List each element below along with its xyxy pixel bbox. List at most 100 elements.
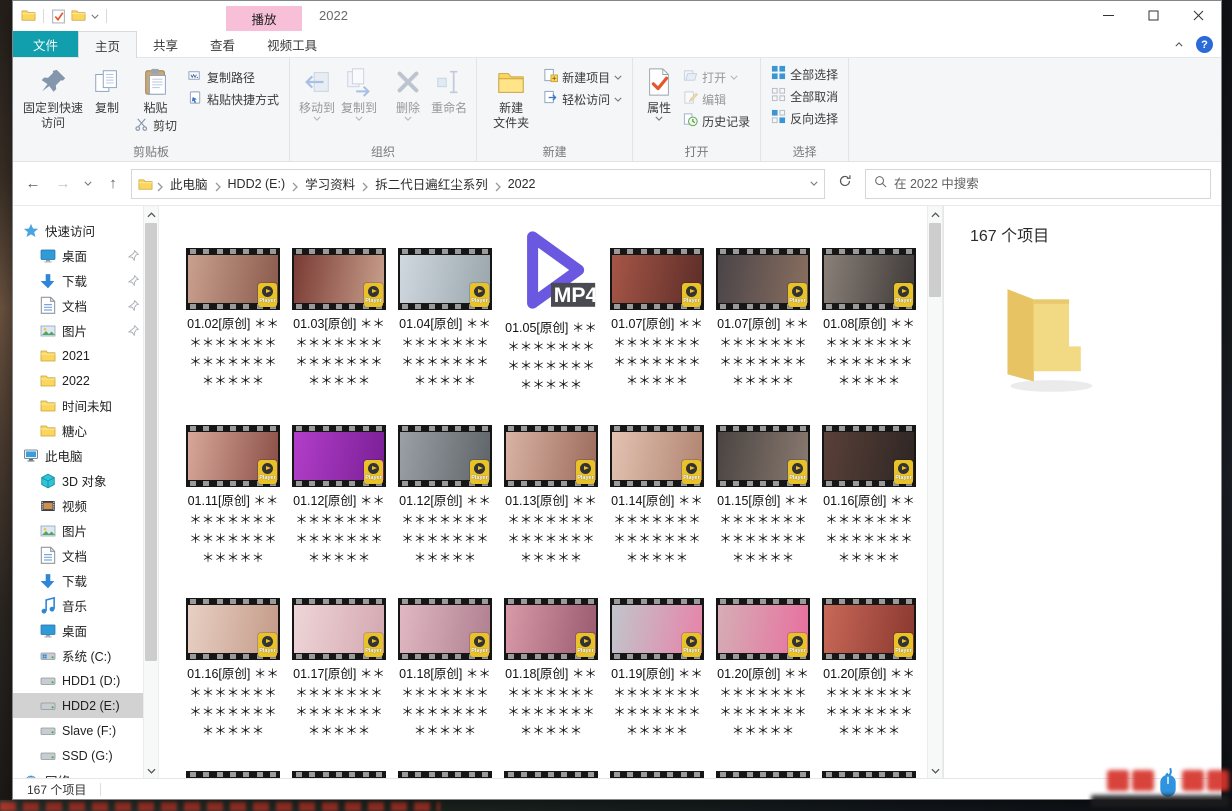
cut-button[interactable]: 剪切 [130, 116, 181, 135]
file-item[interactable]: Player01.17[原创] ＊＊＊＊＊＊＊＊＊＊＊＊＊＊＊＊＊＊＊＊＊ [292, 598, 386, 741]
scroll-down-arrow[interactable] [144, 762, 158, 778]
breadcrumb-chevron-icon[interactable] [292, 179, 298, 189]
sidebar-section-此电脑[interactable]: 此电脑 [13, 443, 143, 468]
sidebar-item-3D 对象[interactable]: 3D 对象 [13, 468, 143, 493]
invert-selection-button[interactable]: 反向选择 [767, 107, 842, 129]
open-button[interactable]: 打开 [679, 66, 754, 88]
breadcrumb-item[interactable]: 拆二代日遍红尘系列 [370, 174, 493, 193]
file-item[interactable]: Player01.12[原创] ＊＊＊＊＊＊＊＊＊＊＊＊＊＊＊＊＊＊＊＊＊ [292, 425, 386, 568]
contextual-tab-badge[interactable]: 播放 [226, 6, 302, 31]
file-item[interactable]: Player01.15[原创] ＊＊＊＊＊＊＊＊＊＊＊＊＊＊＊＊＊＊＊＊＊ [716, 425, 810, 568]
back-button[interactable]: ← [21, 172, 45, 196]
sidebar-section-网络[interactable]: 网络 [13, 768, 143, 778]
file-item[interactable]: Player01.18[原创] ＊＊＊＊＊＊＊＊＊＊＊＊＊＊＊＊＊＊＊＊＊ [504, 598, 598, 741]
file-item[interactable]: Player01.20[原创] ＊＊＊＊＊＊＊＊＊＊＊＊＊＊＊＊＊＊＊＊＊ [822, 598, 916, 741]
sidebar-item-HDD1 (D:)[interactable]: HDD1 (D:) [13, 668, 143, 693]
file-list-scrollbar[interactable] [927, 206, 943, 778]
breadcrumb[interactable]: 此电脑HDD2 (E:)学习资料拆二代日遍红尘系列2022 [131, 169, 825, 199]
sidebar-item-HDD2 (E:)[interactable]: HDD2 (E:) [13, 693, 143, 718]
select-all-button[interactable]: 全部选择 [767, 63, 842, 85]
address-dropdown-icon[interactable] [810, 181, 818, 186]
maximize-button[interactable] [1131, 1, 1176, 30]
sidebar-item-时间未知[interactable]: 时间未知 [13, 393, 143, 418]
delete-button[interactable]: 删除 [388, 61, 428, 123]
sidebar-item-2021[interactable]: 2021 [13, 343, 143, 368]
scroll-down-arrow[interactable] [928, 762, 942, 778]
breadcrumb-chevron-icon[interactable] [215, 179, 221, 189]
search-box[interactable] [865, 169, 1211, 199]
sidebar-section-快速访问[interactable]: 快速访问 [13, 218, 143, 243]
copy-button[interactable]: 复制 [87, 61, 127, 118]
select-none-button[interactable]: 全部取消 [767, 85, 842, 107]
file-item[interactable]: Player [610, 771, 704, 778]
breadcrumb-item[interactable]: 2022 [503, 177, 541, 191]
file-item[interactable]: Player01.03[原创] ＊＊＊＊＊＊＊＊＊＊＊＊＊＊＊＊＊＊＊＊＊ [292, 248, 386, 395]
file-item[interactable]: Player [186, 771, 280, 778]
sidebar-item-桌面[interactable]: 桌面 [13, 243, 143, 268]
copy-path-button[interactable]: 复制路径 [184, 66, 283, 88]
folder-icon[interactable] [71, 9, 86, 24]
sidebar-item-糖心[interactable]: 糖心 [13, 418, 143, 443]
file-item[interactable]: Player01.20[原创] ＊＊＊＊＊＊＊＊＊＊＊＊＊＊＊＊＊＊＊＊＊ [716, 598, 810, 741]
file-item[interactable]: Player01.08[原创] ＊＊＊＊＊＊＊＊＊＊＊＊＊＊＊＊＊＊＊＊＊ [822, 248, 916, 395]
scrollbar-thumb[interactable] [929, 223, 941, 297]
recent-locations-dropdown-icon[interactable] [81, 172, 95, 196]
file-item[interactable]: Player01.07[原创] ＊＊＊＊＊＊＊＊＊＊＊＊＊＊＊＊＊＊＊＊＊ [716, 248, 810, 395]
file-item[interactable]: Player [398, 771, 492, 778]
tab-view[interactable]: 查看 [194, 31, 251, 57]
file-item[interactable]: Player01.13[原创] ＊＊＊＊＊＊＊＊＊＊＊＊＊＊＊＊＊＊＊＊＊ [504, 425, 598, 568]
file-item[interactable]: Player01.18[原创] ＊＊＊＊＊＊＊＊＊＊＊＊＊＊＊＊＊＊＊＊＊ [398, 598, 492, 741]
file-item[interactable]: Player [292, 771, 386, 778]
scroll-up-arrow[interactable] [144, 206, 158, 222]
sidebar-item-图片[interactable]: 图片 [13, 318, 143, 343]
copy-to-button[interactable]: 复制到 [338, 61, 380, 123]
sidebar-item-视频[interactable]: 视频 [13, 493, 143, 518]
file-item[interactable]: Player01.11[原创] ＊＊＊＊＊＊＊＊＊＊＊＊＊＊＊＊＊＊＊＊＊ [186, 425, 280, 568]
breadcrumb-item[interactable]: HDD2 (E:) [223, 177, 291, 191]
easy-access-button[interactable]: 轻松访问 [539, 88, 626, 110]
refresh-button[interactable] [831, 170, 859, 198]
breadcrumb-chevron-icon[interactable] [495, 179, 501, 189]
file-item[interactable]: Player [822, 771, 916, 778]
file-item[interactable]: Player01.12[原创] ＊＊＊＊＊＊＊＊＊＊＊＊＊＊＊＊＊＊＊＊＊ [398, 425, 492, 568]
paste-button[interactable]: 粘贴 剪切 [127, 61, 184, 137]
sidebar-item-SSD (G:)[interactable]: SSD (G:) [13, 743, 143, 768]
file-item[interactable]: Player01.16[原创] ＊＊＊＊＊＊＊＊＊＊＊＊＊＊＊＊＊＊＊＊＊ [822, 425, 916, 568]
sidebar-item-Slave (F:)[interactable]: Slave (F:) [13, 718, 143, 743]
new-item-button[interactable]: 新建项目 [539, 66, 626, 88]
breadcrumb-chevron-icon[interactable] [157, 179, 163, 189]
file-item[interactable]: Player01.02[原创] ＊＊＊＊＊＊＊＊＊＊＊＊＊＊＊＊＊＊＊＊＊ [186, 248, 280, 395]
edit-button[interactable]: 编辑 [679, 88, 754, 110]
tab-video-tools[interactable]: 视频工具 [251, 31, 333, 57]
up-button[interactable]: ↑ [101, 172, 125, 196]
sidebar-item-桌面[interactable]: 桌面 [13, 618, 143, 643]
properties-check-icon[interactable] [51, 9, 66, 24]
new-folder-button[interactable]: 新建 文件夹 [483, 61, 539, 133]
folder-icon[interactable] [21, 9, 36, 24]
sidebar-scrollbar[interactable] [143, 206, 159, 778]
file-item[interactable]: Player [504, 771, 598, 778]
file-item[interactable]: Player01.07[原创] ＊＊＊＊＊＊＊＊＊＊＊＊＊＊＊＊＊＊＊＊＊ [610, 248, 704, 395]
tab-file[interactable]: 文件 [13, 31, 78, 57]
sidebar-item-下载[interactable]: 下载 [13, 568, 143, 593]
breadcrumb-chevron-icon[interactable] [362, 179, 368, 189]
sidebar-item-文档[interactable]: 文档 [13, 543, 143, 568]
ribbon-collapse-icon[interactable] [1175, 42, 1186, 47]
tab-home[interactable]: 主页 [78, 31, 137, 58]
sidebar-item-音乐[interactable]: 音乐 [13, 593, 143, 618]
search-input[interactable] [894, 177, 1202, 191]
tab-share[interactable]: 共享 [137, 31, 194, 57]
sidebar-item-下载[interactable]: 下载 [13, 268, 143, 293]
help-icon[interactable]: ? [1196, 36, 1213, 53]
file-item[interactable]: Player [716, 771, 810, 778]
sidebar-item-图片[interactable]: 图片 [13, 518, 143, 543]
file-item[interactable]: Player01.04[原创] ＊＊＊＊＊＊＊＊＊＊＊＊＊＊＊＊＊＊＊＊＊ [398, 248, 492, 395]
properties-button[interactable]: 属性 [639, 61, 679, 123]
paste-shortcut-button[interactable]: 粘贴快捷方式 [184, 88, 283, 110]
rename-button[interactable]: 重命名 [428, 61, 470, 118]
history-button[interactable]: 历史记录 [679, 110, 754, 132]
sidebar-item-系统 (C:)[interactable]: 系统 (C:) [13, 643, 143, 668]
file-item[interactable]: MP401.05[原创] ＊＊＊＊＊＊＊＊＊＊＊＊＊＊＊＊＊＊＊＊＊ [504, 248, 598, 395]
close-button[interactable] [1176, 1, 1221, 30]
move-to-button[interactable]: 移动到 [296, 61, 338, 123]
